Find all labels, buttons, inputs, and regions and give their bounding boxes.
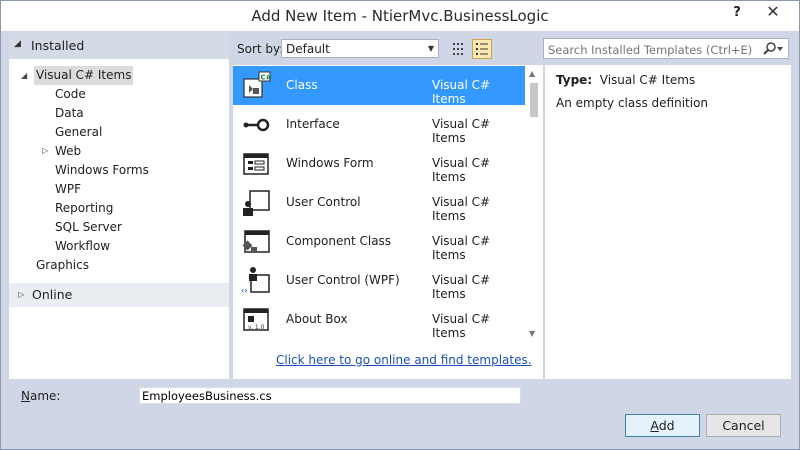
component-class-icon	[242, 230, 270, 253]
tree-node-data[interactable]: Data	[55, 104, 84, 123]
expand-arrow-icon[interactable]: ▷	[42, 146, 48, 155]
list-view-button[interactable]	[472, 39, 492, 59]
svg-text:C#: C#	[261, 74, 272, 82]
template-item-component-class[interactable]: Component Class Visual C# Items	[233, 222, 525, 262]
template-category: Visual C# Items	[432, 312, 491, 340]
tree-node-sql-server[interactable]: SQL Server	[55, 218, 122, 237]
template-list-scrollbar[interactable]: ▲ ▼	[525, 65, 542, 343]
template-category: Visual C# Items	[432, 195, 491, 223]
template-name: Interface	[286, 117, 340, 131]
tree-node-installed-label: Installed	[31, 38, 85, 53]
name-label-accelerator: N	[21, 389, 30, 403]
tree-node-online-label: Online	[32, 287, 73, 302]
tree-node-label: Visual C# Items	[36, 68, 132, 82]
type-value: Visual C# Items	[599, 73, 696, 87]
template-category: Visual C# Items	[432, 273, 491, 301]
tree-node-code[interactable]: Code	[55, 85, 86, 104]
scroll-up-arrow-icon[interactable]: ▲	[529, 69, 535, 78]
template-details-panel: Type: Visual C# Items An empty class def…	[545, 65, 791, 379]
template-name: Windows Form	[286, 156, 374, 170]
tree-node-visual-csharp-items[interactable]: Visual C# Items	[34, 66, 134, 85]
tree-node-web[interactable]: Web	[55, 142, 81, 161]
list-view-icon	[476, 43, 488, 55]
template-item-class[interactable]: C# Class Visual C# Items	[233, 66, 525, 106]
expand-arrow-icon[interactable]: ▷	[18, 290, 24, 299]
tree-node-windows-forms[interactable]: Windows Forms	[55, 161, 149, 180]
tree-node-installed[interactable]: ◢ Installed	[9, 33, 229, 59]
tree-node-online[interactable]: ▷ Online	[9, 283, 229, 307]
svg-text:‹›: ‹›	[241, 286, 248, 295]
grid-view-icon	[453, 43, 463, 55]
template-category: Visual C# Items	[432, 234, 491, 262]
tree-node-workflow[interactable]: Workflow	[55, 237, 110, 256]
tree-node-general[interactable]: General	[55, 123, 102, 142]
chevron-down-icon: ▼	[427, 44, 434, 53]
class-icon: C#	[243, 71, 272, 98]
interface-icon	[243, 118, 270, 132]
small-icons-view-button[interactable]	[448, 39, 468, 59]
find-templates-online-link[interactable]: Click here to go online and find templat…	[276, 353, 532, 367]
collapse-arrow-icon[interactable]: ◢	[21, 71, 27, 80]
name-field[interactable]	[139, 387, 521, 404]
tree-node-graphics[interactable]: Graphics	[36, 256, 89, 275]
template-category: Visual C# Items	[432, 117, 491, 145]
template-item-user-control[interactable]: User Control Visual C# Items	[233, 183, 525, 223]
type-label: Type:	[556, 73, 593, 87]
template-name: User Control	[286, 195, 361, 209]
svg-text:v. 1.0: v. 1.0	[248, 324, 265, 331]
template-name: Class	[286, 78, 318, 92]
template-name: About Box	[286, 312, 348, 326]
close-icon: ✕	[766, 2, 780, 21]
template-name: Component Class	[286, 234, 392, 248]
template-category: Visual C# Items	[432, 78, 491, 106]
dialog-title: Add New Item - NtierMvc.BusinessLogic	[251, 7, 549, 25]
name-label: Name:	[21, 389, 60, 403]
template-item-about-box[interactable]: v. 1.0 About Box Visual C# Items	[233, 300, 525, 340]
tree-node-wpf[interactable]: WPF	[55, 180, 81, 199]
scrollbar-thumb[interactable]	[530, 83, 538, 117]
template-item-user-control-wpf[interactable]: ‹› User Control (WPF) Visual C# Items	[233, 261, 525, 301]
user-control-icon	[243, 190, 270, 216]
template-list: C# Class Visual C# Items Interface Visua…	[233, 65, 543, 379]
search-input[interactable]	[544, 39, 760, 60]
search-icon[interactable]	[762, 41, 784, 57]
template-description: An empty class definition	[556, 96, 709, 110]
title-bar: Add New Item - NtierMvc.BusinessLogic ? …	[1, 1, 799, 31]
template-name: User Control (WPF)	[286, 273, 400, 287]
add-button-label-rest: dd	[658, 418, 675, 433]
template-category: Visual C# Items	[432, 156, 491, 184]
windows-form-icon	[243, 153, 269, 175]
cancel-button[interactable]: Cancel	[706, 414, 781, 437]
add-button[interactable]: Add	[625, 414, 700, 437]
user-control-wpf-icon: ‹›	[241, 267, 270, 295]
template-type-line: Type: Visual C# Items	[556, 73, 695, 87]
template-item-interface[interactable]: Interface Visual C# Items	[233, 105, 525, 145]
template-category-tree: ◢ Installed ◢ Visual C# Items Code Data …	[9, 33, 229, 379]
name-label-rest: ame:	[29, 389, 61, 403]
add-new-item-dialog: Add New Item - NtierMvc.BusinessLogic ? …	[0, 0, 800, 450]
sort-by-dropdown[interactable]: Default ▼	[281, 39, 439, 58]
tree-node-reporting[interactable]: Reporting	[55, 199, 113, 218]
search-templates-box[interactable]	[543, 38, 789, 60]
about-box-icon: v. 1.0	[243, 308, 269, 331]
template-item-windows-form[interactable]: Windows Form Visual C# Items	[233, 144, 525, 184]
help-button[interactable]: ?	[727, 3, 747, 23]
scroll-down-arrow-icon[interactable]: ▼	[529, 329, 535, 338]
sort-by-value: Default	[286, 42, 330, 56]
close-button[interactable]: ✕	[753, 1, 793, 23]
collapse-arrow-icon[interactable]: ◢	[14, 39, 21, 49]
add-button-accelerator: A	[650, 418, 659, 433]
sort-by-label: Sort by:	[237, 42, 284, 56]
